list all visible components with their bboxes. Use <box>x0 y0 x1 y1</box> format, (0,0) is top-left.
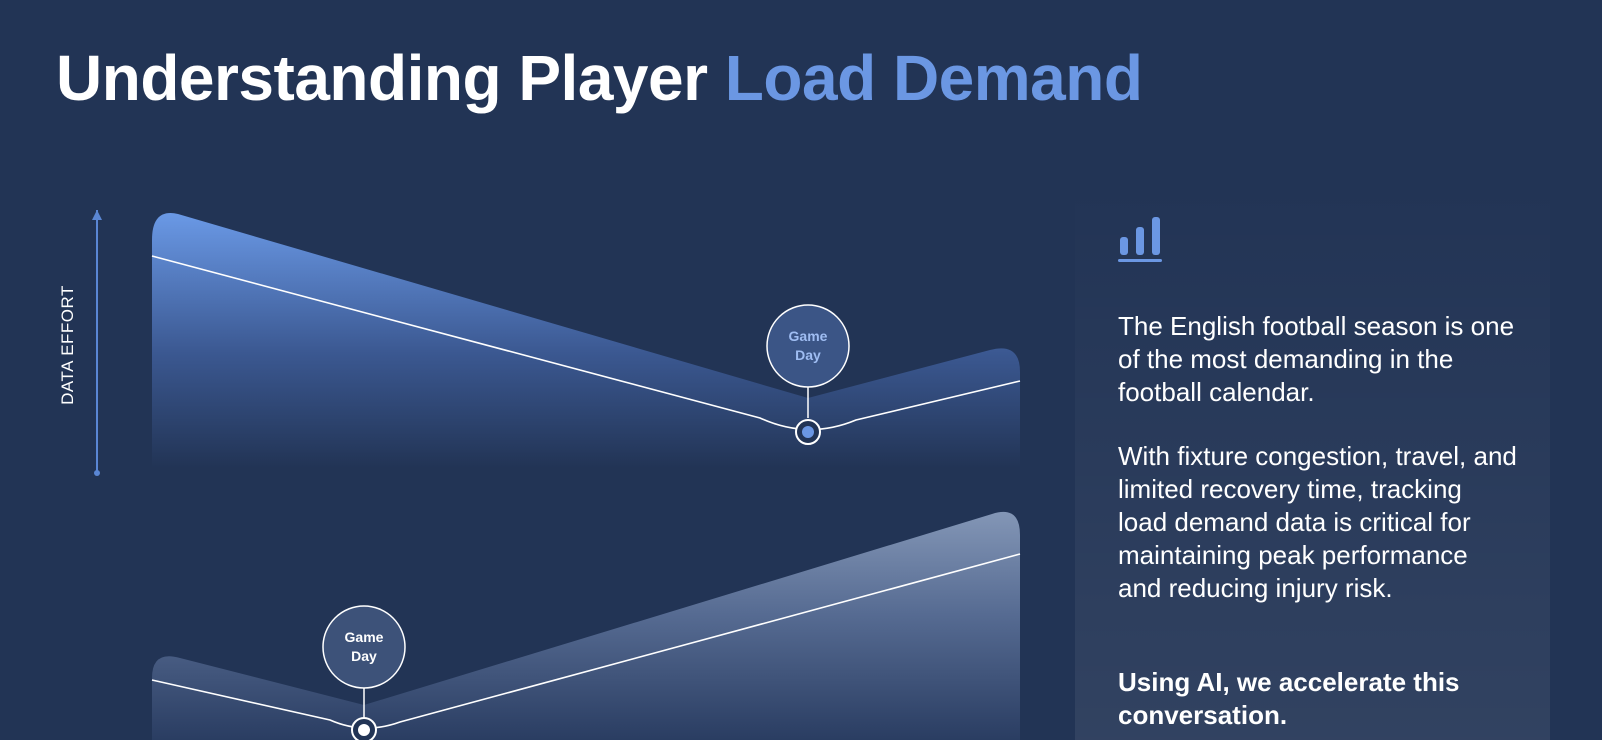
intro-paragraph: The English football season is one of th… <box>1118 311 1515 407</box>
bar-chart-icon <box>1118 217 1162 262</box>
bottom-game-day-label-line1: Game <box>345 629 384 645</box>
info-panel: The English football season is one of th… <box>1075 180 1550 740</box>
top-chart-area <box>152 213 1020 468</box>
top-game-day-label-line1: Game <box>789 328 828 344</box>
bottom-game-day-label-line2: Day <box>351 648 377 664</box>
bottom-game-day-point-core <box>358 724 370 736</box>
ai-statement: Using AI, we accelerate this conversatio… <box>1118 667 1460 730</box>
top-game-day-bubble <box>766 304 850 388</box>
bottom-load-chart: Game Day <box>151 511 1021 740</box>
detail-paragraph: With fixture congestion, travel, and lim… <box>1118 441 1517 603</box>
top-game-day-label-line2: Day <box>795 347 821 363</box>
top-game-day-point-core <box>802 426 814 438</box>
top-load-chart: Game Day <box>151 213 1021 468</box>
bottom-chart-area <box>152 511 1020 740</box>
bottom-game-day-bubble <box>322 605 406 689</box>
